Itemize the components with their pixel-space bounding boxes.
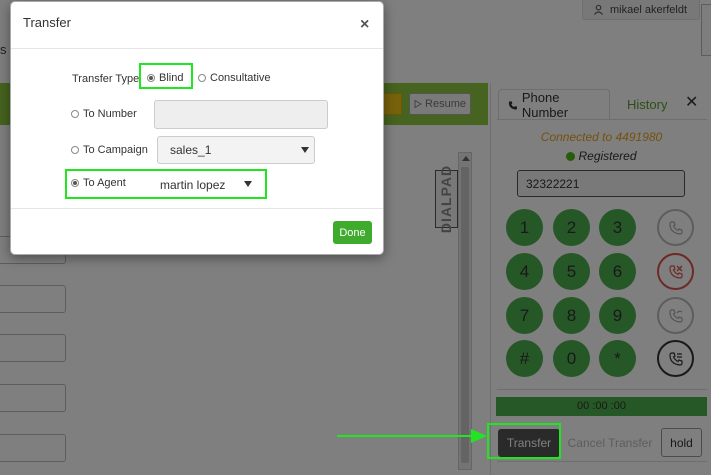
close-icon[interactable]: × [360,17,369,33]
transfer-dialog: Transfer × Transfer Type Blind Consultat… [10,1,384,255]
divider [11,208,383,209]
campaign-selected: sales_1 [170,143,212,157]
to-number-option[interactable]: To Number [71,108,137,120]
blind-highlight [139,63,193,89]
dialog-title: Transfer [23,15,71,30]
to-number-input[interactable] [154,100,328,129]
to-campaign-radio[interactable] [71,146,79,154]
consultative-label: Consultative [210,72,271,84]
to-campaign-option[interactable]: To Campaign [71,144,148,156]
consultative-option[interactable]: Consultative [198,72,271,84]
consultative-radio[interactable] [198,74,206,82]
transfer-type-label: Transfer Type [72,73,140,85]
to-agent-highlight [65,169,267,199]
to-number-radio[interactable] [71,110,79,118]
to-number-label: To Number [83,108,137,120]
annotation-arrow-icon [337,429,487,443]
done-button[interactable]: Done [333,221,372,244]
to-campaign-label: To Campaign [83,144,148,156]
chevron-down-icon [301,147,309,153]
transfer-button-highlight [487,423,561,459]
divider [11,48,383,49]
campaign-select[interactable]: sales_1 [157,136,315,164]
